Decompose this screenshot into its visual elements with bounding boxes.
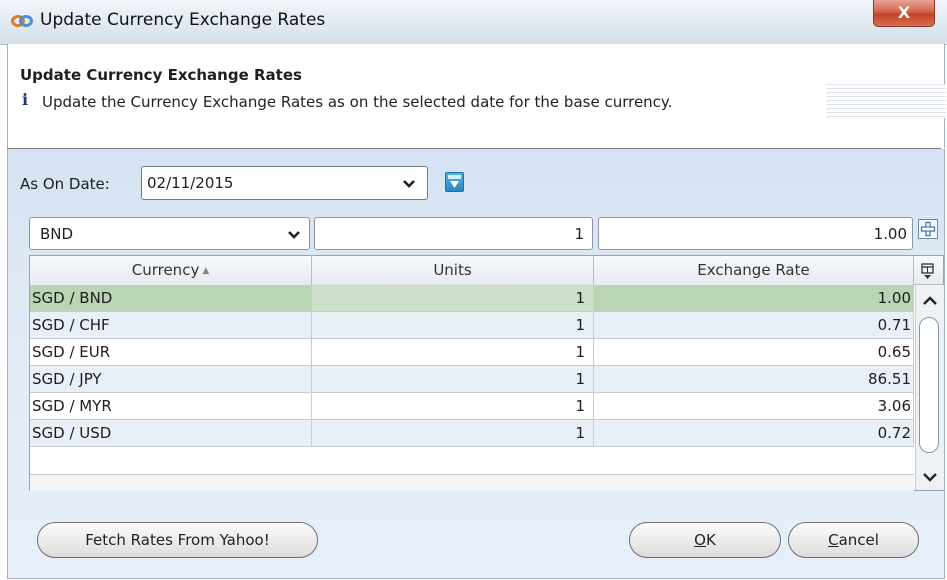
header-decoration [826,84,946,118]
as-on-date-label: As On Date: [20,175,110,193]
close-icon: X [897,3,911,22]
cell-currency: SGD / BND [30,285,312,311]
cell-currency: SGD / MYR [30,393,312,419]
chevron-down-icon [288,231,300,239]
ok-button[interactable]: OK [629,522,781,558]
as-on-date-select[interactable]: 02/11/2015 [141,166,428,200]
grid-footer [30,474,914,491]
scrollbar-thumb[interactable] [919,317,939,453]
units-input[interactable]: 1 [314,217,593,250]
column-header-units[interactable]: Units [312,256,594,285]
column-chooser-icon [921,263,934,279]
grid-header: Currency ▲ Units Exchange Rate [30,256,914,286]
csv-export-icon[interactable] [445,172,464,192]
cell-currency: SGD / USD [30,420,312,446]
info-icon: i [22,90,29,109]
ok-label: K [705,531,716,549]
cell-currency: SGD / JPY [30,366,312,392]
scroll-down-icon[interactable] [917,467,943,487]
title-bar[interactable]: Update Currency Exchange Rates X [0,0,947,45]
cell-exchange-rate[interactable]: 3.06 [594,393,914,419]
chevron-down-icon [403,180,415,188]
cell-units[interactable]: 1 [312,339,594,365]
cell-exchange-rate[interactable]: 86.51 [594,366,914,392]
column-chooser-button[interactable] [914,256,943,285]
close-button[interactable]: X [873,0,935,27]
cancel-label: ancel [838,531,879,549]
table-row[interactable]: SGD / JPY 1 86.51 [30,366,914,393]
fetch-rates-button[interactable]: Fetch Rates From Yahoo! [37,522,318,558]
cell-units[interactable]: 1 [312,312,594,338]
rate-input-value: 1.00 [873,225,907,243]
window-title: Update Currency Exchange Rates [40,10,326,30]
currency-select[interactable]: BND [29,217,310,250]
sort-ascending-icon: ▲ [202,266,210,276]
fetch-rates-label: Fetch Rates From Yahoo! [85,531,270,549]
cell-exchange-rate[interactable]: 0.65 [594,339,914,365]
units-input-value: 1 [574,225,584,243]
cell-units[interactable]: 1 [312,366,594,392]
column-header-currency[interactable]: Currency ▲ [30,256,312,285]
as-on-date-value: 02/11/2015 [147,174,234,192]
add-rate-button[interactable] [918,219,938,239]
cancel-mnemonic: C [828,531,839,549]
table-row[interactable]: SGD / CHF 1 0.71 [30,312,914,339]
currency-select-value: BND [40,225,74,243]
header-panel: Update Currency Exchange Rates i Update … [7,44,946,148]
dialog-description: Update the Currency Exchange Rates as on… [42,93,673,111]
table-row[interactable]: SGD / EUR 1 0.65 [30,339,914,366]
cell-units[interactable]: 1 [312,393,594,419]
cell-units[interactable]: 1 [312,285,594,311]
dialog-heading: Update Currency Exchange Rates [20,66,302,84]
exchange-link-icon [11,15,33,27]
cell-exchange-rate[interactable]: 0.71 [594,312,914,338]
table-row[interactable]: SGD / USD 1 0.72 [30,420,914,447]
cell-units[interactable]: 1 [312,420,594,446]
cell-exchange-rate[interactable]: 1.00 [594,285,914,311]
plus-icon [920,221,936,237]
cell-currency: SGD / EUR [30,339,312,365]
rate-input[interactable]: 1.00 [598,217,913,250]
cell-currency: SGD / CHF [30,312,312,338]
cancel-button[interactable]: Cancel [788,522,919,558]
vertical-scrollbar[interactable] [915,285,944,490]
table-row[interactable]: SGD / MYR 1 3.06 [30,393,914,420]
exchange-rate-grid[interactable]: Currency ▲ Units Exchange Rate SGD / BND … [29,255,944,491]
table-row[interactable]: SGD / BND 1 1.00 [30,285,914,312]
column-header-exchange-rate[interactable]: Exchange Rate [594,256,914,285]
scroll-up-icon[interactable] [917,291,943,311]
cell-exchange-rate[interactable]: 0.72 [594,420,914,446]
ok-mnemonic: O [694,531,706,549]
